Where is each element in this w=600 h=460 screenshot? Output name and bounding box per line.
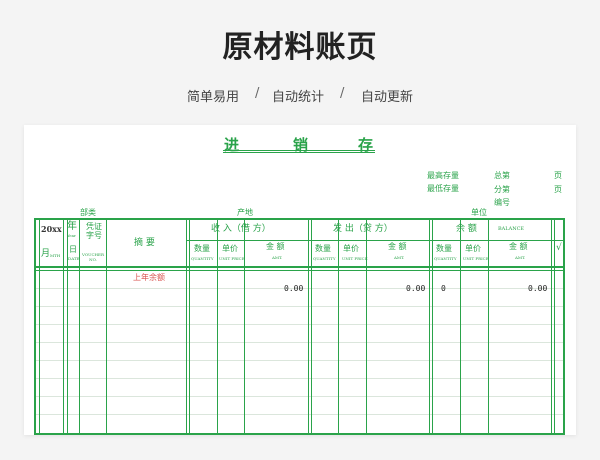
title-underline <box>223 152 375 153</box>
day-en: DATE <box>68 256 80 261</box>
ledger-title: 进 销 存 <box>24 134 576 154</box>
header-bottom-line <box>36 270 563 271</box>
col-line <box>366 220 367 433</box>
col-line <box>308 220 309 433</box>
feature-auto-update: 自动更新 <box>361 90 414 105</box>
outgo-price-en: UNIT PRICE <box>342 256 368 261</box>
col-line <box>63 220 64 433</box>
col-line <box>244 220 245 433</box>
title-underline <box>223 150 375 151</box>
feature-separator: / <box>255 86 260 101</box>
check-mark-icon: √ <box>556 243 562 253</box>
feature-separator: / <box>340 86 345 101</box>
row-line <box>36 414 563 415</box>
col-line <box>460 220 461 433</box>
ledger-sheet: 进 销 存 最高存量 最低存量 总第 分第 编号 页 页 部类 产地 单位 20… <box>24 125 576 435</box>
balance-amount-en: AMT. <box>515 255 526 260</box>
row-line <box>36 396 563 397</box>
col-line <box>554 220 555 433</box>
outgo-amount-header: 金 额 <box>388 242 407 251</box>
feature-easy: 简单易用 <box>187 90 240 105</box>
row-line <box>36 324 563 325</box>
year-en: Year <box>67 233 76 238</box>
col-line <box>106 220 107 433</box>
page-unit-label: 页 <box>554 171 562 180</box>
col-line <box>39 220 40 433</box>
row-line <box>36 378 563 379</box>
header-divider <box>186 240 563 241</box>
row-line <box>36 306 563 307</box>
row-line <box>36 360 563 361</box>
page-title: 原材料账页 <box>222 30 378 65</box>
feature-strip: 简单易用 / 自动统计 / 自动更新 <box>0 86 600 105</box>
page-unit-label: 页 <box>554 185 562 194</box>
outgo-amount-en: AMT. <box>394 255 405 260</box>
income-header: 收 入（借 方） <box>211 224 271 234</box>
balance-qty-value: 0 <box>441 284 446 293</box>
col-line <box>67 220 68 433</box>
col-line <box>429 220 430 433</box>
balance-amount-header: 金 额 <box>509 242 528 251</box>
max-stock-label: 最高存量 <box>427 171 459 180</box>
col-line <box>432 220 433 433</box>
carry-forward-label: 上年余额 <box>133 273 165 282</box>
header-bottom-line <box>36 266 563 268</box>
origin-label: 产地 <box>237 208 253 217</box>
feature-auto-stats: 自动统计 <box>272 90 325 105</box>
year-char: 年 <box>67 221 77 232</box>
balance-header: 余 额 <box>456 224 477 234</box>
col-line <box>488 220 489 433</box>
col-line <box>311 220 312 433</box>
unit-label: 单位 <box>471 208 487 217</box>
balance-price-header: 单价 <box>465 244 481 253</box>
outgo-price-header: 单价 <box>343 244 359 253</box>
min-stock-label: 最低存量 <box>427 184 459 193</box>
month-char: 月 <box>41 249 51 259</box>
outgo-amount-value: 0.00 <box>406 284 426 293</box>
income-price-header: 单价 <box>222 244 238 253</box>
voucher-en: VOUCHER NO. <box>82 252 104 262</box>
col-line <box>551 220 552 433</box>
income-qty-header: 数量 <box>194 244 210 253</box>
income-price-en: UNIT PRICE <box>219 256 245 261</box>
total-page-label: 总第 <box>494 171 510 180</box>
col-line <box>186 220 187 433</box>
outgo-qty-header: 数量 <box>315 244 331 253</box>
year-value: 20xx <box>41 224 62 234</box>
income-qty-en: QUANTITY <box>191 256 214 261</box>
summary-header: 摘 要 <box>134 238 155 248</box>
balance-price-en: UNIT PRICE <box>463 256 489 261</box>
income-amount-en: AMT. <box>272 255 283 260</box>
outgo-qty-en: QUANTITY <box>313 256 336 261</box>
col-line <box>338 220 339 433</box>
income-amount-value: 0.00 <box>284 284 304 293</box>
balance-qty-en: QUANTITY <box>434 256 457 261</box>
balance-en: BALANCE <box>498 226 525 232</box>
number-label: 编号 <box>494 198 510 207</box>
row-line <box>36 342 563 343</box>
income-amount-header: 金 额 <box>266 242 285 251</box>
voucher-header: 凭证字号 <box>86 222 102 240</box>
sub-page-label: 分第 <box>494 185 510 194</box>
col-line <box>189 220 190 433</box>
col-line <box>217 220 218 433</box>
month-en: MTH <box>50 253 61 258</box>
ledger-table: 20xx 年 Year 月 MTH 日 DATE 凭证字号 VOUCHER NO… <box>34 218 565 435</box>
outgo-header: 发 出（贷 方） <box>333 224 393 234</box>
balance-qty-header: 数量 <box>436 244 452 253</box>
department-label: 部类 <box>80 208 96 217</box>
balance-amount-value: 0.00 <box>528 284 548 293</box>
day-char: 日 <box>69 245 77 254</box>
